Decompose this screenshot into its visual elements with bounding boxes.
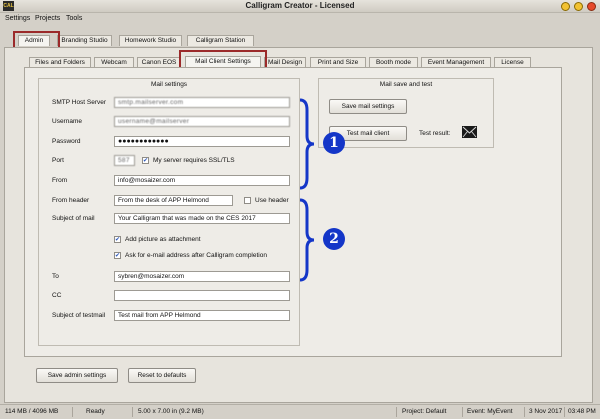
brace-one xyxy=(298,98,316,190)
subject-label: Subject of mail xyxy=(52,215,95,222)
from-header-label: From header xyxy=(52,197,90,204)
status-size: 5.00 x 7.00 in (9.2 MB) xyxy=(138,408,204,415)
status-state: Ready xyxy=(86,408,105,415)
cc-input[interactable] xyxy=(114,290,290,301)
from-header-input[interactable]: From the desk of APP Helmond xyxy=(114,195,233,206)
to-input[interactable]: sybren@mosaizer.com xyxy=(114,271,290,282)
ask-email-checkbox[interactable]: ✔ xyxy=(114,252,121,259)
minimize-icon[interactable] xyxy=(561,2,570,11)
status-project: Project: Default xyxy=(402,408,447,415)
test-result-label: Test result: xyxy=(419,130,451,137)
status-date: 3 Nov 2017 xyxy=(529,408,563,415)
smtp-host-input[interactable]: smtp.mailserver.com xyxy=(114,97,290,108)
ssl-checkbox[interactable]: ✔ xyxy=(142,157,149,164)
maximize-icon[interactable] xyxy=(574,2,583,11)
save-admin-settings-button[interactable]: Save admin settings xyxy=(36,368,118,383)
tab-homework-studio[interactable]: Homework Studio xyxy=(119,35,182,46)
username-input[interactable]: username@mailserver xyxy=(114,116,290,127)
port-input[interactable]: 587 xyxy=(114,155,135,166)
status-bar: 114 MB / 4096 MB Ready 5.00 x 7.00 in (9… xyxy=(0,404,600,419)
to-label: To xyxy=(52,273,59,280)
ssl-label: My server requires SSL/TLS xyxy=(153,157,235,164)
use-header-label: Use header xyxy=(255,197,289,204)
subject-input[interactable]: Your Calligram that was made on the CES … xyxy=(114,213,290,224)
menu-tools[interactable]: Tools xyxy=(66,15,82,22)
subject-testmail-input[interactable]: Test mail from APP Helmond xyxy=(114,310,290,321)
port-label: Port xyxy=(52,157,64,164)
password-input[interactable]: ●●●●●●●●●●●● xyxy=(114,136,290,147)
mail-save-test-title: Mail save and test xyxy=(379,81,433,88)
use-header-checkbox[interactable] xyxy=(244,197,251,204)
mail-settings-title: Mail settings xyxy=(150,81,188,88)
save-mail-settings-button[interactable]: Save mail settings xyxy=(329,99,407,114)
add-picture-checkbox[interactable]: ✔ xyxy=(114,236,121,243)
tab-branding-studio[interactable]: Branding Studio xyxy=(57,35,112,46)
password-label: Password xyxy=(52,138,81,145)
status-time: 03:48 PM xyxy=(568,408,596,415)
menu-bar: Settings Projects Tools xyxy=(0,13,600,25)
ask-email-label: Ask for e-mail address after Calligram c… xyxy=(125,252,267,259)
menu-projects[interactable]: Projects xyxy=(35,15,60,22)
from-label: From xyxy=(52,177,68,184)
callout-1-badge: 1 xyxy=(323,132,345,154)
close-icon[interactable] xyxy=(587,2,596,11)
menu-settings[interactable]: Settings xyxy=(5,15,30,22)
from-input[interactable]: info@mosaizer.com xyxy=(114,175,290,186)
status-event: Event: MyEvent xyxy=(467,408,513,415)
mail-envelope-icon xyxy=(462,126,477,138)
add-picture-label: Add picture as attachment xyxy=(125,236,201,243)
window-title: Calligram Creator - Licensed xyxy=(245,1,355,10)
reset-to-defaults-button[interactable]: Reset to defaults xyxy=(128,368,196,383)
title-bar: CAL Calligram Creator - Licensed xyxy=(0,0,600,13)
status-memory: 114 MB / 4096 MB xyxy=(5,408,59,415)
callout-2-badge: 2 xyxy=(323,228,345,250)
smtp-label: SMTP Host Server xyxy=(52,99,107,106)
cc-label: CC xyxy=(52,292,62,299)
subject-testmail-label: Subject of testmail xyxy=(52,312,106,319)
brace-two xyxy=(298,198,316,282)
tab-calligram-station[interactable]: Calligram Station xyxy=(187,35,254,46)
username-label: Username xyxy=(52,118,82,125)
